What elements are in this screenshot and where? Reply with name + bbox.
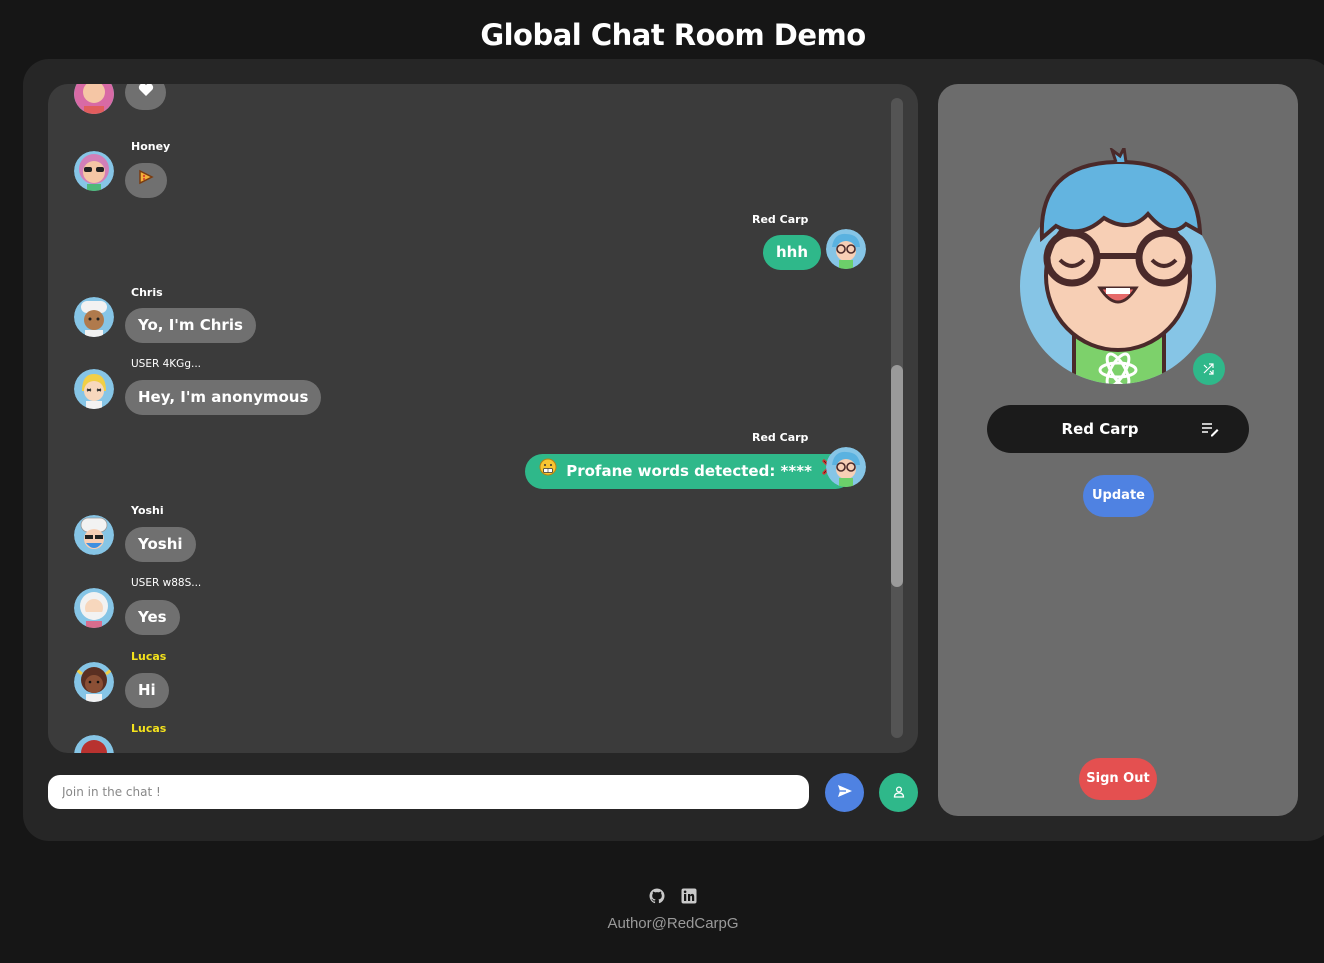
- message-bubble: [125, 163, 167, 198]
- edit-icon[interactable]: [1201, 421, 1219, 437]
- message-bubble: Profane words detected: ****: [525, 454, 854, 489]
- scrollbar-thumb[interactable]: [891, 365, 903, 587]
- shuffle-avatar-button[interactable]: [1190, 350, 1228, 388]
- message-bubble: [125, 84, 166, 110]
- message-bubble: Yo, I'm Chris: [125, 308, 256, 343]
- update-button[interactable]: Update: [1083, 475, 1154, 517]
- user-avatar: [74, 297, 114, 337]
- message-bubble: Hey, I'm anonymous: [125, 380, 322, 415]
- message-bubble: Hi: [125, 673, 169, 708]
- sender-name: Honey: [131, 140, 171, 153]
- profile-panel: Red Carp Update Sign Out: [938, 84, 1298, 816]
- message-bubble: Yoshi: [125, 527, 196, 562]
- user-avatar: [74, 151, 114, 191]
- user-avatar: [74, 515, 114, 555]
- send-icon: [837, 783, 853, 802]
- sender-name: Red Carp: [752, 431, 809, 444]
- grimace-emoji-icon: [539, 454, 557, 489]
- user-avatar: [826, 447, 866, 487]
- sender-name: Lucas: [131, 650, 167, 663]
- username-field[interactable]: Red Carp: [987, 405, 1249, 453]
- username-text[interactable]: Red Carp: [987, 405, 1213, 453]
- sender-name: USER w88S...: [131, 577, 202, 589]
- sender-name: Red Carp: [752, 213, 809, 226]
- message-text: Profane words detected: ****: [566, 462, 812, 480]
- user-avatar: [74, 662, 114, 702]
- message-bubble: hhh: [763, 235, 822, 270]
- shuffle-icon: [1203, 360, 1215, 379]
- sender-name: Chris: [131, 286, 163, 299]
- sender-name: USER 4KGg...: [131, 358, 201, 370]
- sender-name: Yoshi: [131, 504, 164, 517]
- sender-name: Lucas: [131, 722, 167, 735]
- page-title: Global Chat Room Demo: [480, 18, 866, 52]
- chat-scrollbar[interactable]: [891, 98, 903, 738]
- user-avatar: [74, 369, 114, 409]
- user-login-button[interactable]: [879, 773, 918, 812]
- send-button[interactable]: [825, 773, 864, 812]
- user-avatar: [74, 84, 114, 114]
- user-icon: [893, 783, 905, 802]
- message-bubble: Yes: [125, 600, 180, 635]
- user-avatar: [74, 735, 114, 753]
- author-credit: Author@RedCarpG: [607, 915, 739, 932]
- user-avatar: [74, 588, 114, 628]
- footer-links: [649, 888, 709, 906]
- pizza-icon: [138, 163, 154, 198]
- user-avatar: [826, 229, 866, 269]
- message-input-wrapper: [48, 775, 809, 809]
- profile-avatar: [1020, 143, 1216, 384]
- linkedin-icon[interactable]: [681, 888, 697, 908]
- chat-messages-area[interactable]: Honey Red Carp hhh Chris Yo, I'm Chris U…: [48, 84, 918, 753]
- heart-icon: [138, 84, 154, 110]
- sign-out-button[interactable]: Sign Out: [1079, 758, 1157, 800]
- message-input[interactable]: [48, 775, 809, 809]
- github-icon[interactable]: [649, 888, 665, 908]
